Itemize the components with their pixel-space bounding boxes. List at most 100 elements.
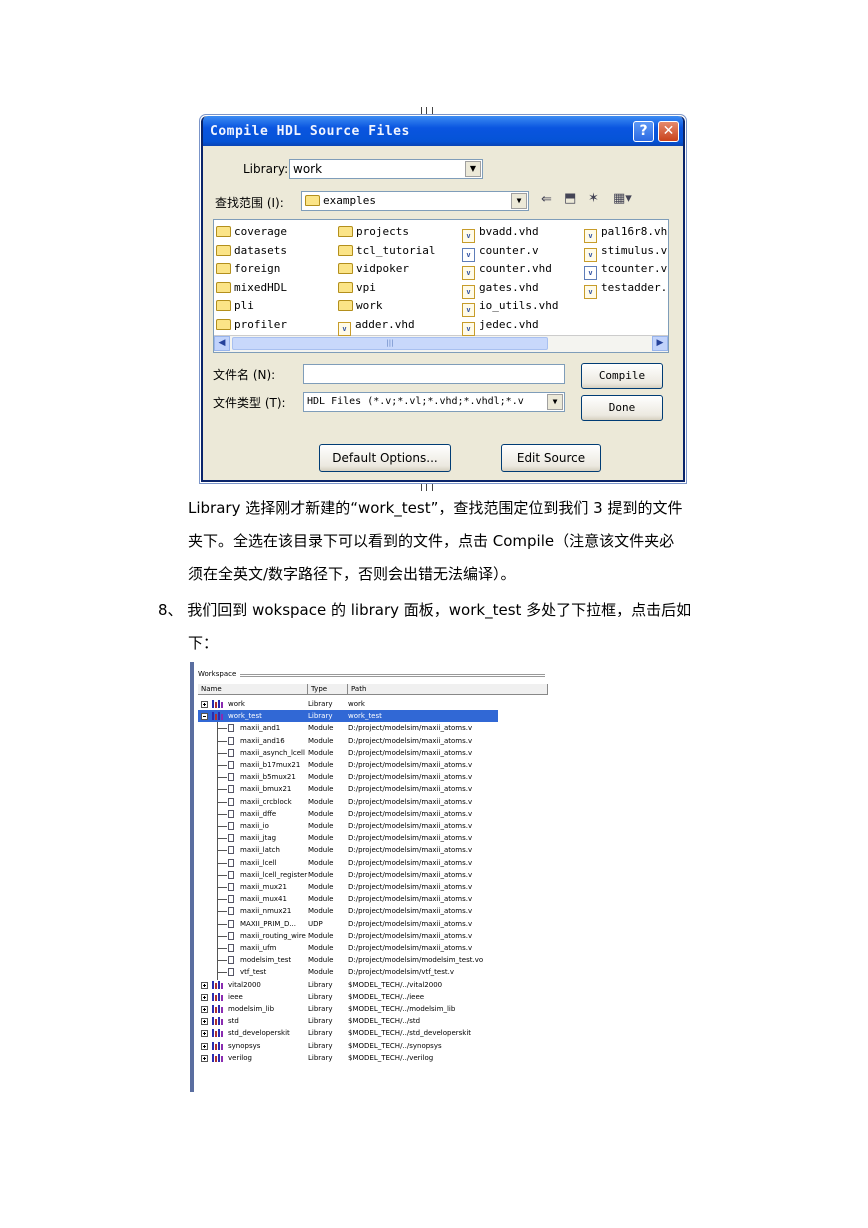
- help-button[interactable]: ?: [633, 121, 654, 142]
- collapse-icon[interactable]: [201, 713, 208, 721]
- tree-row[interactable]: maxii_dffe Module D:/project/modelsim/maxi…: [198, 808, 498, 820]
- file-item[interactable]: projects: [338, 224, 409, 240]
- expand-icon[interactable]: [201, 1006, 208, 1013]
- tree-row[interactable]: maxii_ufm Module D:/project/modelsim/maxii…: [198, 942, 498, 954]
- tree-row[interactable]: vital2000 Library $MODEL_TECH/../vital2000: [198, 979, 498, 991]
- tree-row[interactable]: verilog Library $MODEL_TECH/../verilog: [198, 1052, 498, 1064]
- chevron-down-icon[interactable]: ▼: [547, 394, 563, 410]
- file-item[interactable]: foreign: [216, 261, 280, 277]
- file-item[interactable]: work: [338, 298, 383, 314]
- column-header-type[interactable]: Type: [308, 684, 348, 695]
- file-item[interactable]: v gates.vhd: [462, 280, 539, 299]
- tree-row[interactable]: std_developerskit Library $MODEL_TECH/../s…: [198, 1027, 498, 1039]
- file-item[interactable]: v stimulus.v:: [584, 243, 668, 262]
- module-icon: [228, 748, 234, 757]
- file-item[interactable]: vpi: [338, 280, 376, 296]
- file-item[interactable]: mixedHDL: [216, 280, 287, 296]
- column-header-name[interactable]: Name: [198, 684, 308, 695]
- tree-row[interactable]: maxii_crcblock Module D:/project/modelsim/…: [198, 796, 498, 808]
- up-folder-icon[interactable]: ⬒: [564, 191, 576, 206]
- view-menu-icon[interactable]: ▦▾: [613, 191, 632, 206]
- library-select[interactable]: work ▼: [289, 159, 483, 179]
- tree-row[interactable]: maxii_and16 Module D:/project/modelsim/max…: [198, 735, 498, 747]
- tree-row[interactable]: maxii_lcell_register Module D:/project/mod…: [198, 869, 498, 881]
- done-button[interactable]: Done: [581, 395, 663, 421]
- tree-row[interactable]: modelsim_lib Library $MODEL_TECH/../models…: [198, 1003, 498, 1015]
- row-name: maxii_lcell_register: [240, 870, 308, 879]
- tree-row[interactable]: MAXII_PRIM_D... UDP D:/project/modelsim/ma…: [198, 918, 498, 930]
- chevron-down-icon[interactable]: ▼: [511, 193, 527, 209]
- tree-row[interactable]: maxii_b17mux21 Module D:/project/modelsim/…: [198, 759, 498, 771]
- tree-row[interactable]: maxii_mux41 Module D:/project/modelsim/max…: [198, 893, 498, 905]
- file-item[interactable]: coverage: [216, 224, 287, 240]
- tree-row[interactable]: maxii_and1 Module D:/project/modelsim/maxi…: [198, 722, 498, 734]
- module-icon: [228, 761, 234, 769]
- expand-icon[interactable]: [201, 1054, 208, 1062]
- back-arrow-icon[interactable]: ⇐: [541, 192, 552, 207]
- folder-icon: [216, 244, 231, 256]
- expand-icon[interactable]: [201, 1030, 208, 1038]
- file-item[interactable]: pli: [216, 298, 254, 314]
- file-item[interactable]: vidpoker: [338, 261, 409, 277]
- module-icon: [228, 736, 234, 745]
- scrollbar-thumb[interactable]: |||: [232, 337, 548, 350]
- tree-row[interactable]: work_test Library work_test: [198, 710, 498, 723]
- new-folder-icon[interactable]: ✶: [588, 191, 599, 206]
- tree-row[interactable]: synopsys Library $MODEL_TECH/../synopsys: [198, 1040, 498, 1052]
- tree-row[interactable]: std Library $MODEL_TECH/../std: [198, 1015, 498, 1027]
- file-item[interactable]: tcl_tutorial: [338, 243, 435, 259]
- tree-row[interactable]: work Library work: [198, 698, 498, 710]
- scroll-right-icon[interactable]: ▶: [652, 336, 668, 351]
- tree-row[interactable]: ieee Library $MODEL_TECH/../ieee: [198, 991, 498, 1003]
- tree-row[interactable]: maxii_jtag Module D:/project/modelsim/maxi…: [198, 832, 498, 844]
- file-name: testadder.: [601, 280, 668, 294]
- filename-input[interactable]: [303, 364, 565, 384]
- compile-button[interactable]: Compile: [581, 363, 663, 389]
- row-type: Module: [308, 761, 334, 769]
- scroll-left-icon[interactable]: ◀: [214, 336, 230, 351]
- tree-row[interactable]: maxii_asynch_lcell Module D:/project/model…: [198, 747, 498, 759]
- expand-icon[interactable]: [201, 993, 208, 1001]
- row-path: D:/project/modelsim/maxii_atoms.v: [348, 846, 473, 855]
- expand-icon[interactable]: [201, 981, 208, 989]
- column-header-path[interactable]: Path: [348, 684, 548, 695]
- tree-row[interactable]: maxii_io Module D:/project/modelsim/maxii_…: [198, 820, 498, 832]
- file-item[interactable]: v pal16r8.vh: [584, 224, 667, 243]
- lookin-label: 查找范围 (I):: [215, 196, 284, 210]
- row-type: Library: [308, 980, 333, 989]
- row-path: work_test: [348, 712, 382, 721]
- file-item[interactable]: v counter.v: [462, 243, 539, 262]
- tree-row[interactable]: maxii_mux21 Module D:/project/modelsim/max…: [198, 881, 498, 893]
- tree-row[interactable]: maxii_latch Module D:/project/modelsim/max…: [198, 844, 498, 856]
- tree-row[interactable]: vtf_test Module D:/project/modelsim/vtf_te…: [198, 966, 498, 978]
- file-item[interactable]: v jedec.vhd: [462, 317, 539, 336]
- expand-icon[interactable]: [201, 701, 208, 708]
- folder-icon: [216, 263, 231, 274]
- tree-row[interactable]: maxii_bmux21 Module D:/project/modelsim/ma…: [198, 783, 498, 795]
- row-name: maxii_asynch_lcell: [240, 748, 305, 757]
- tree-row[interactable]: modelsim_test Module D:/project/modelsim/m…: [198, 954, 498, 966]
- tree-row[interactable]: maxii_b5mux21 Module D:/project/modelsim/m…: [198, 771, 498, 783]
- expand-icon[interactable]: [201, 1018, 208, 1026]
- dialog-titlebar[interactable]: Compile HDL Source Files ? ✕: [203, 116, 683, 146]
- expand-icon[interactable]: [201, 1042, 208, 1050]
- close-button[interactable]: ✕: [658, 121, 679, 142]
- filetype-select[interactable]: HDL Files (*.v;*.vl;*.vhd;*.vhdl;*.v ▼: [303, 392, 565, 412]
- tree-row[interactable]: maxii_nmux21 Module D:/project/modelsim/ma…: [198, 905, 498, 917]
- file-item[interactable]: datasets: [216, 243, 287, 259]
- edit-source-button[interactable]: Edit Source: [501, 444, 601, 472]
- file-item[interactable]: v counter.vhd: [462, 261, 552, 280]
- file-item[interactable]: v tcounter.v: [584, 261, 667, 280]
- file-item[interactable]: v testadder.: [584, 280, 668, 299]
- tree-row[interactable]: maxii_routing_wire Module D:/project/model…: [198, 930, 498, 942]
- chevron-down-icon[interactable]: ▼: [465, 161, 481, 177]
- file-list[interactable]: ◀ ||| ▶ coverage datasets foreign mixedHDL p…: [213, 219, 669, 353]
- default-options-button[interactable]: Default Options...: [319, 444, 451, 472]
- lookin-select[interactable]: examples ▼: [301, 191, 529, 211]
- tree-row[interactable]: maxii_lcell Module D:/project/modelsim/max…: [198, 857, 498, 869]
- file-item[interactable]: v io_utils.vhd: [462, 298, 558, 317]
- horizontal-scrollbar[interactable]: ◀ ||| ▶: [214, 335, 668, 352]
- file-item[interactable]: v bvadd.vhd: [462, 224, 539, 243]
- file-item[interactable]: v adder.vhd: [338, 317, 415, 336]
- file-item[interactable]: profiler: [216, 317, 287, 333]
